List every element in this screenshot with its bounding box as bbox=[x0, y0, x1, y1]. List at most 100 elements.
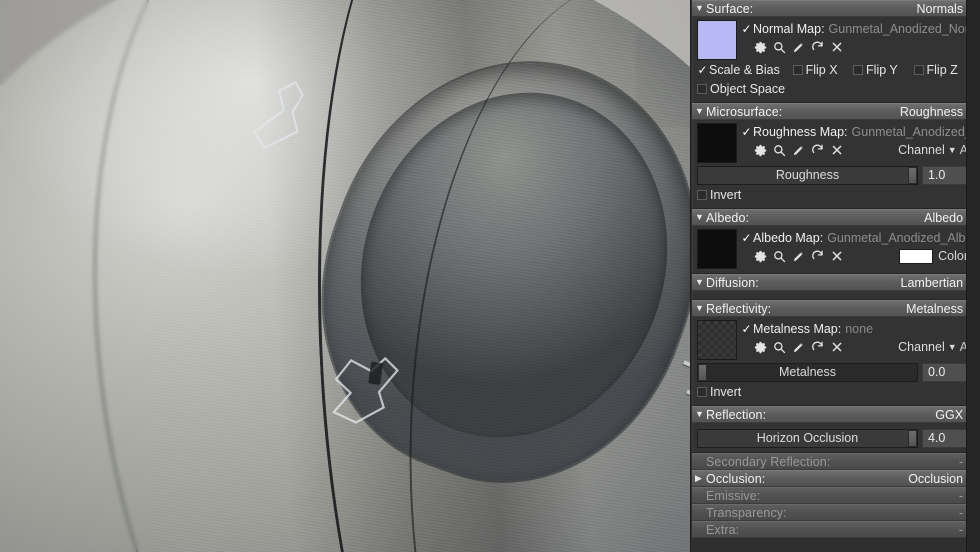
pencil-icon[interactable] bbox=[789, 141, 808, 159]
texture-map-filename[interactable]: Gunmetal_Anodized_Normals bbox=[829, 22, 974, 36]
slider-label: Metalness bbox=[779, 365, 836, 379]
texture-map-filename[interactable]: none bbox=[845, 322, 873, 336]
section-body-diffusion bbox=[692, 291, 979, 300]
texture-map-name-line: ✓ Albedo Map: Gunmetal_Anodized_Albedo bbox=[741, 229, 974, 246]
section-body-microsurface: ✓Roughness Map: Gunmetal_Anodized_Albedo C… bbox=[692, 120, 979, 209]
search-icon[interactable] bbox=[770, 338, 789, 356]
pencil-icon[interactable] bbox=[789, 38, 808, 56]
texture-map-enable-checkbox[interactable]: ✓ Normal Map: bbox=[741, 22, 824, 36]
search-icon[interactable] bbox=[770, 38, 789, 56]
reload-icon[interactable] bbox=[808, 247, 827, 265]
texture-thumbnail[interactable] bbox=[697, 20, 737, 60]
close-icon[interactable] bbox=[827, 141, 846, 159]
checkbox-scale-bias[interactable]: ✓ Scale & Bias bbox=[697, 63, 793, 77]
section-header-reflection[interactable]: ▼Reflection:GGX▼ bbox=[692, 406, 979, 423]
section-mode-value[interactable]: - bbox=[959, 523, 963, 537]
gear-icon[interactable] bbox=[751, 338, 770, 356]
checkbox-label: Invert bbox=[710, 187, 742, 202]
close-icon[interactable] bbox=[827, 38, 846, 56]
texture-map-enable-checkbox[interactable]: ✓ Metalness Map: bbox=[741, 322, 841, 336]
channel-selector[interactable]: Channel ▼ A bbox=[898, 340, 974, 354]
material-properties-panel[interactable]: ▼Surface:Normals▼✓Normal Map:Gunmetal_An… bbox=[690, 0, 980, 552]
chevron-down-icon[interactable]: ▼ bbox=[948, 342, 957, 352]
dome-seam-right bbox=[394, 0, 690, 552]
section-header-occlusion[interactable]: ▶Occlusion:Occlusion▼ bbox=[692, 470, 979, 487]
chevron-down-icon[interactable]: ▼ bbox=[948, 145, 957, 155]
close-icon[interactable] bbox=[827, 338, 846, 356]
section-title: Transparency: bbox=[706, 505, 787, 520]
gear-icon[interactable] bbox=[751, 141, 770, 159]
slider-microsurface[interactable]: Roughness bbox=[697, 165, 918, 185]
color-picker[interactable]: Color bbox=[899, 248, 974, 264]
check-icon: ✓ bbox=[741, 321, 752, 336]
section-header-reflectivity[interactable]: ▼Reflectivity:Metalness▼ bbox=[692, 300, 979, 317]
section-mode-value[interactable]: Occlusion bbox=[908, 472, 963, 486]
pencil-icon[interactable] bbox=[789, 338, 808, 356]
chevron-down-icon[interactable]: ▼ bbox=[695, 4, 706, 13]
section-header-albedo[interactable]: ▼Albedo:Albedo▼ bbox=[692, 209, 979, 226]
slider-reflection[interactable]: Horizon Occlusion bbox=[697, 428, 918, 448]
section-header-emissive[interactable]: Emissive:-▼ bbox=[692, 487, 979, 504]
checkbox-invert[interactable]: Invert bbox=[697, 188, 741, 202]
chevron-down-icon[interactable]: ▼ bbox=[695, 304, 706, 313]
section-header-extra[interactable]: Extra:-▼ bbox=[692, 521, 979, 538]
checkbox-invert[interactable]: Invert bbox=[697, 385, 741, 399]
slider-row: Metalness 0.0 bbox=[697, 362, 974, 382]
checkbox-object-space[interactable]: Object Space bbox=[697, 82, 785, 96]
checkbox-flip-z[interactable]: Flip Z bbox=[913, 63, 974, 77]
dome-latch-lower bbox=[310, 320, 421, 431]
section-header-diffusion[interactable]: ▼Diffusion:Lambertian▼ bbox=[692, 274, 979, 291]
checkbox-flip-x[interactable]: Flip X bbox=[792, 62, 853, 77]
texture-thumbnail[interactable] bbox=[697, 229, 737, 269]
chevron-down-icon[interactable]: ▼ bbox=[695, 410, 706, 419]
texture-thumbnail[interactable] bbox=[697, 123, 737, 163]
texture-map-enable-checkbox[interactable]: ✓ Roughness Map: bbox=[741, 124, 848, 139]
section-mode-value[interactable]: - bbox=[959, 506, 963, 520]
slider-handle[interactable] bbox=[908, 429, 917, 447]
section-mode-value[interactable]: - bbox=[959, 455, 963, 469]
texture-map-name-line: ✓Normal Map: Gunmetal_Anodized_Normals bbox=[741, 20, 974, 37]
search-icon[interactable] bbox=[770, 141, 789, 159]
slider-reflectivity[interactable]: Metalness bbox=[697, 362, 918, 382]
texture-map-details: ✓ Metalness Map: none Channel ▼ A bbox=[741, 320, 974, 357]
pencil-icon[interactable] bbox=[789, 247, 808, 265]
chevron-down-icon[interactable]: ▼ bbox=[695, 278, 706, 287]
chevron-down-icon[interactable]: ▼ bbox=[695, 213, 706, 222]
texture-map-label: Roughness Map: bbox=[753, 124, 848, 139]
section-mode-value[interactable]: Roughness bbox=[900, 105, 963, 119]
section-mode-value[interactable]: - bbox=[959, 489, 963, 503]
checkbox-flip-y[interactable]: Flip Y bbox=[853, 63, 913, 77]
search-icon[interactable] bbox=[770, 247, 789, 265]
channel-selector[interactable]: Channel ▼ A bbox=[898, 143, 974, 157]
section-header-transparency[interactable]: Transparency:-▼ bbox=[692, 504, 979, 521]
section-header-microsurface[interactable]: ▼Microsurface:Roughness▼ bbox=[692, 103, 979, 120]
chevron-right-icon[interactable]: ▶ bbox=[695, 474, 706, 483]
section-mode-value[interactable]: Normals bbox=[917, 2, 964, 16]
section-mode-value[interactable]: Lambertian bbox=[901, 276, 964, 290]
texture-thumbnail[interactable] bbox=[697, 320, 737, 360]
section-header-secondary-reflection[interactable]: Secondary Reflection:-▼ bbox=[692, 453, 979, 470]
texture-map-filename[interactable]: Gunmetal_Anodized_Albedo bbox=[852, 125, 974, 139]
chevron-down-icon[interactable]: ▼ bbox=[695, 107, 706, 116]
section-mode-value[interactable]: Albedo bbox=[924, 211, 963, 225]
texture-map-filename[interactable]: Gunmetal_Anodized_Albedo bbox=[827, 231, 974, 245]
color-swatch[interactable] bbox=[899, 248, 934, 264]
slider-handle[interactable] bbox=[908, 166, 917, 184]
section-title: Microsurface: bbox=[706, 104, 783, 119]
section-mode-value[interactable]: GGX bbox=[935, 408, 963, 422]
panel-scrollbar-track[interactable] bbox=[966, 0, 980, 552]
texture-map-enable-checkbox[interactable]: ✓ Albedo Map: bbox=[741, 231, 823, 245]
reload-icon[interactable] bbox=[808, 338, 827, 356]
section-header-surface[interactable]: ▼Surface:Normals▼ bbox=[692, 0, 979, 17]
reload-icon[interactable] bbox=[808, 141, 827, 159]
section-title: Occlusion: bbox=[706, 471, 766, 486]
texture-map-toolbar: Channel ▼ A bbox=[741, 337, 974, 357]
reload-icon[interactable] bbox=[808, 38, 827, 56]
close-icon[interactable] bbox=[827, 247, 846, 265]
gear-icon[interactable] bbox=[751, 247, 770, 265]
slider-handle[interactable] bbox=[698, 363, 707, 381]
checkbox-label: Flip X bbox=[805, 62, 838, 77]
section-mode-value[interactable]: Metalness bbox=[906, 302, 963, 316]
gear-icon[interactable] bbox=[751, 38, 770, 56]
3d-render-viewport[interactable] bbox=[0, 0, 690, 552]
